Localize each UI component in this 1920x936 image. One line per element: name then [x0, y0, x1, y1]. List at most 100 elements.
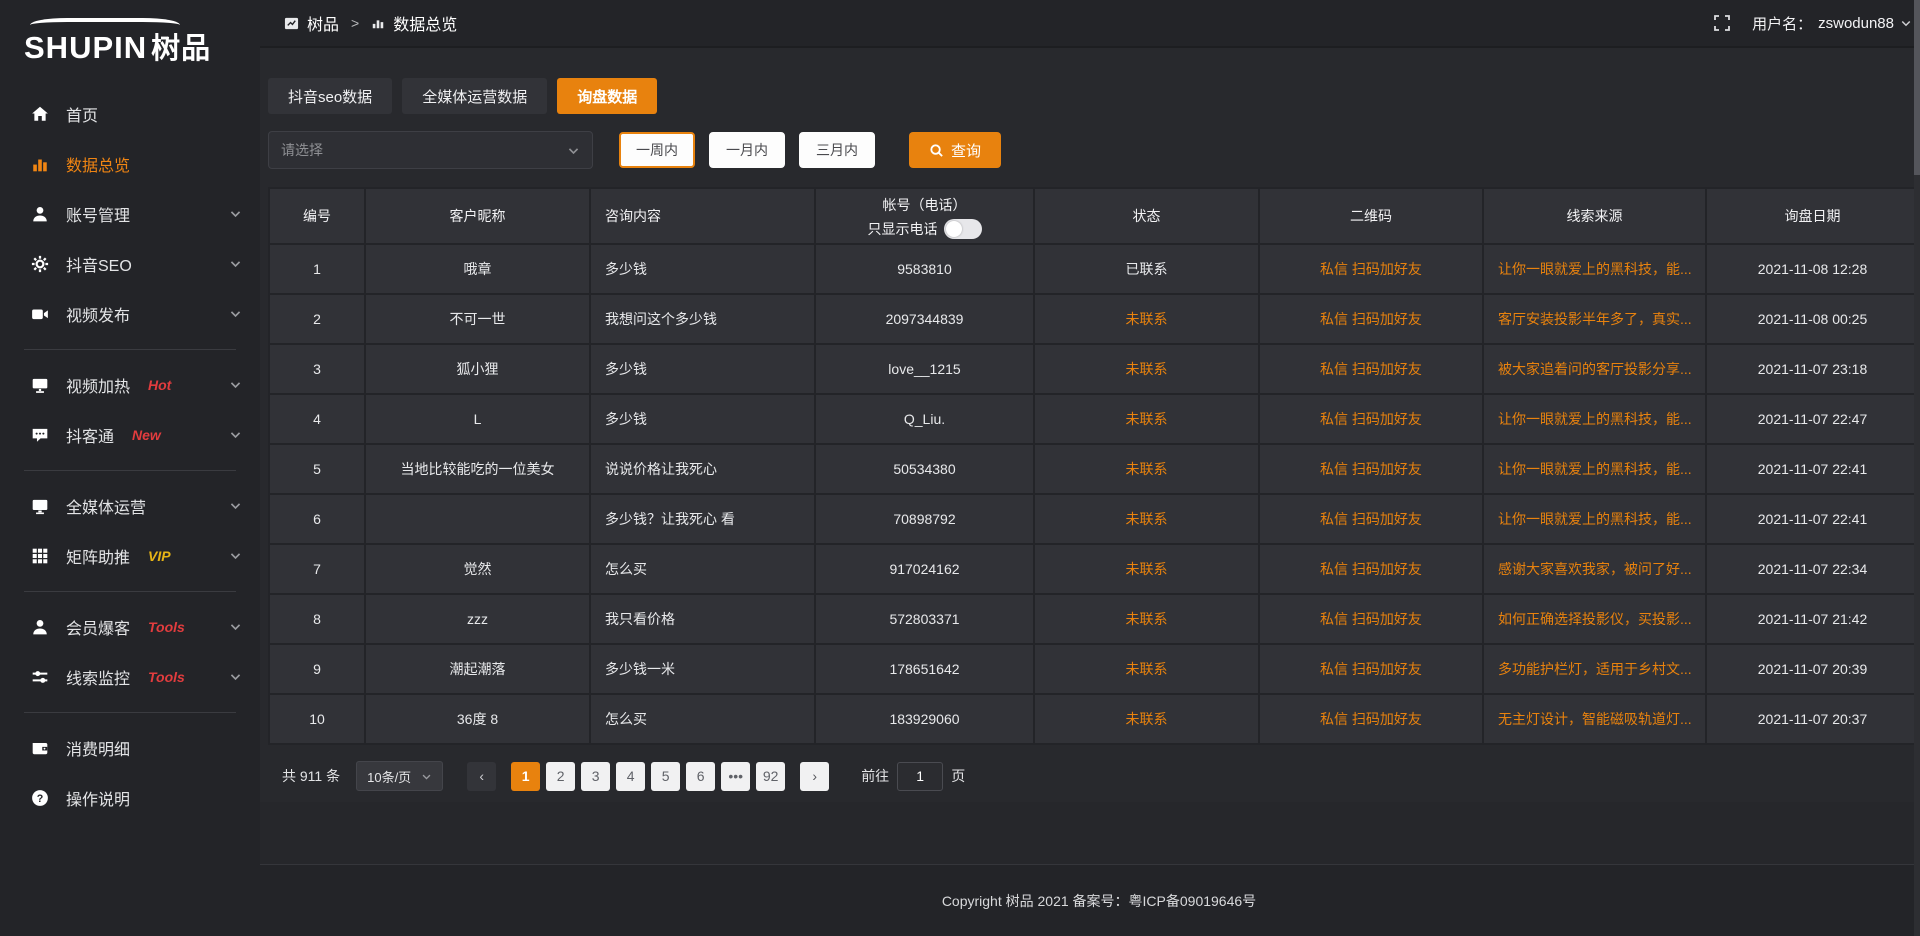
qr-link[interactable]: 私信 扫码加好友 [1260, 295, 1482, 343]
table-row: 8 zzz 我只看价格 572803371 未联系 私信 扫码加好友 如何正确选… [270, 595, 1918, 643]
cell-nickname: 觉然 [366, 545, 589, 593]
bar-chart-icon [371, 16, 385, 30]
page-unit-label: 页 [951, 766, 965, 786]
qr-link[interactable]: 私信 扫码加好友 [1260, 395, 1482, 443]
chevron-down-icon [229, 549, 242, 562]
chevron-down-icon [229, 499, 242, 512]
tab-douyin-seo-data[interactable]: 抖音seo数据 [268, 78, 392, 114]
cell-date: 2021-11-07 22:41 [1707, 445, 1918, 493]
sidebar-item-home[interactable]: 首页 [0, 89, 260, 139]
source-link[interactable]: 如何正确选择投影仪，买投影... [1484, 595, 1705, 643]
status-badge: 未联系 [1035, 345, 1258, 393]
breadcrumb-root[interactable]: 树品 [307, 11, 339, 35]
goto-label: 前往 [861, 766, 889, 786]
page-button[interactable]: 92 [756, 762, 785, 791]
source-link[interactable]: 让你一眼就爱上的黑科技，能... [1484, 395, 1705, 443]
sidebar-item-video-publish[interactable]: 视频发布 [0, 289, 260, 339]
table-row: 3 狐小狸 多少钱 love__1215 未联系 私信 扫码加好友 被大家追着问… [270, 345, 1918, 393]
range-month-button[interactable]: 一月内 [709, 132, 785, 168]
fullscreen-icon[interactable] [1714, 15, 1730, 31]
sidebar-item-consumption-detail[interactable]: 消费明细 [0, 723, 260, 773]
sidebar-item-operation-guide[interactable]: ? 操作说明 [0, 773, 260, 823]
page-size-select[interactable]: 10条/页 [356, 761, 443, 791]
range-week-button[interactable]: 一周内 [619, 132, 695, 168]
table-row: 1 哦章 多少钱 9583810 已联系 私信 扫码加好友 让你一眼就爱上的黑科… [270, 245, 1918, 293]
cell-content: 怎么买 [591, 545, 814, 593]
table-row: 10 36度 8 怎么买 183929060 未联系 私信 扫码加好友 无主灯设… [270, 695, 1918, 743]
page-button[interactable]: 1 [511, 762, 540, 791]
cell-date: 2021-11-08 12:28 [1707, 245, 1918, 293]
qr-link[interactable]: 私信 扫码加好友 [1260, 495, 1482, 543]
qr-link[interactable]: 私信 扫码加好友 [1260, 545, 1482, 593]
source-link[interactable]: 无主灯设计，智能磁吸轨道灯... [1484, 695, 1705, 743]
sidebar-divider [24, 591, 236, 592]
scrollbar-thumb[interactable] [1914, 0, 1920, 175]
cell-content: 说说价格让我死心 [591, 445, 814, 493]
tab-inquiry-data[interactable]: 询盘数据 [557, 78, 657, 114]
sidebar-nav: 首页 数据总览 账号管理 抖音SEO 视频发布 视频加热 Hot [0, 89, 260, 823]
sidebar-item-omni-media[interactable]: 全媒体运营 [0, 481, 260, 531]
qr-link[interactable]: 私信 扫码加好友 [1260, 245, 1482, 293]
source-link[interactable]: 让你一眼就爱上的黑科技，能... [1484, 495, 1705, 543]
sidebar-item-matrix-push[interactable]: 矩阵助推 VIP [0, 531, 260, 581]
user-menu[interactable]: 用户名：zswodun88 [1752, 13, 1912, 34]
sidebar-item-data-overview[interactable]: 数据总览 [0, 139, 260, 189]
qr-link[interactable]: 私信 扫码加好友 [1260, 345, 1482, 393]
sidebar-item-douketong[interactable]: 抖客通 New [0, 410, 260, 460]
query-button[interactable]: 查询 [909, 132, 1001, 168]
sidebar-item-member-baoke[interactable]: 会员爆客 Tools [0, 602, 260, 652]
tab-omni-media-data[interactable]: 全媒体运营数据 [402, 78, 547, 114]
page-button[interactable]: 3 [581, 762, 610, 791]
qr-link[interactable]: 私信 扫码加好友 [1260, 445, 1482, 493]
logo: SHUPIN树品 [0, 8, 260, 71]
logo-en: SHUPIN [24, 30, 147, 65]
breadcrumb: 树品 > 数据总览 [284, 11, 457, 35]
wallet-icon [30, 738, 50, 758]
home-icon [30, 104, 50, 124]
goto-page-input[interactable] [897, 762, 943, 791]
chevron-down-icon [229, 257, 242, 270]
qr-link[interactable]: 私信 扫码加好友 [1260, 645, 1482, 693]
source-link[interactable]: 被大家追着问的客厅投影分享... [1484, 345, 1705, 393]
source-link[interactable]: 感谢大家喜欢我家，被问了好... [1484, 545, 1705, 593]
page-button[interactable]: 6 [686, 762, 715, 791]
page-ellipsis-button[interactable]: ••• [721, 762, 750, 791]
chevron-down-icon [1900, 17, 1912, 29]
page-button[interactable]: 5 [651, 762, 680, 791]
cell-content: 多少钱？让我死心 看 [591, 495, 814, 543]
app-window: SHUPIN树品 首页 数据总览 账号管理 抖音SEO 视频发布 [0, 0, 1920, 936]
pagination: 共 911 条 10条/页 ‹ 123456•••92 › 前往 页 [268, 761, 1920, 791]
user-icon [30, 204, 50, 224]
scrollbar[interactable] [1914, 0, 1920, 936]
next-page-button[interactable]: › [800, 762, 829, 791]
qr-link[interactable]: 私信 扫码加好友 [1260, 595, 1482, 643]
source-link[interactable]: 多功能护栏灯，适用于乡村文... [1484, 645, 1705, 693]
footer: Copyright 树品 2021 备案号：粤ICP备09019646号 [260, 864, 1920, 936]
col-nickname: 客户昵称 [366, 189, 589, 243]
cell-date: 2021-11-07 22:47 [1707, 395, 1918, 443]
sidebar-divider [24, 349, 236, 350]
source-link[interactable]: 让你一眼就爱上的黑科技，能... [1484, 445, 1705, 493]
page-button[interactable]: 4 [616, 762, 645, 791]
qr-link[interactable]: 私信 扫码加好友 [1260, 695, 1482, 743]
sidebar-item-video-boost[interactable]: 视频加热 Hot [0, 360, 260, 410]
page-button[interactable]: 2 [546, 762, 575, 791]
sidebar-item-douyin-seo[interactable]: 抖音SEO [0, 239, 260, 289]
account-select[interactable]: 请选择 [268, 131, 593, 169]
cell-no: 4 [270, 395, 364, 443]
cell-nickname [366, 495, 589, 543]
table-row: 6 多少钱？让我死心 看 70898792 未联系 私信 扫码加好友 让你一眼就… [270, 495, 1918, 543]
board-icon [284, 16, 299, 31]
cell-date: 2021-11-07 22:34 [1707, 545, 1918, 593]
source-link[interactable]: 让你一眼就爱上的黑科技，能... [1484, 245, 1705, 293]
cell-account: 9583810 [816, 245, 1033, 293]
col-content: 咨询内容 [591, 189, 814, 243]
sidebar-item-lead-monitor[interactable]: 线索监控 Tools [0, 652, 260, 702]
phone-only-toggle[interactable] [944, 219, 982, 239]
source-link[interactable]: 客厅安装投影半年多了，真实... [1484, 295, 1705, 343]
cell-no: 8 [270, 595, 364, 643]
range-quarter-button[interactable]: 三月内 [799, 132, 875, 168]
sidebar-item-account-management[interactable]: 账号管理 [0, 189, 260, 239]
sidebar-divider [24, 470, 236, 471]
prev-page-button[interactable]: ‹ [467, 762, 496, 791]
